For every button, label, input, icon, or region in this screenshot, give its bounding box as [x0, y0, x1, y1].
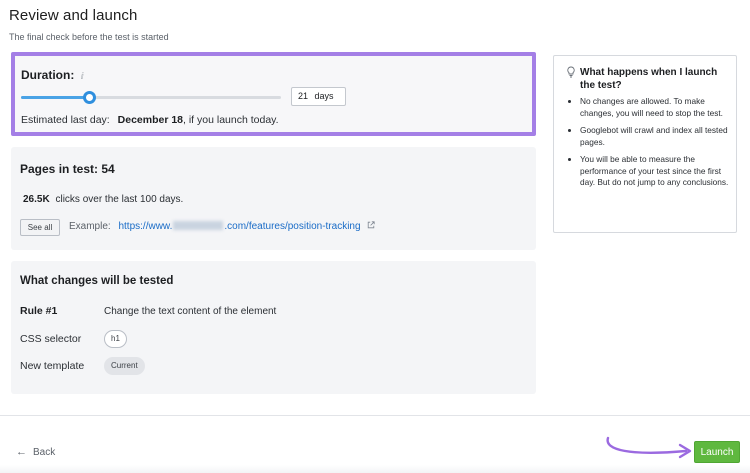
pages-card: Pages in test: 54 26.5K clicks over the … — [11, 147, 536, 250]
css-selector-pill: h1 — [104, 330, 127, 348]
page-title: Review and launch — [9, 7, 138, 24]
clicks-value: 26.5K — [23, 194, 50, 205]
duration-card: Duration: ⅈ 21 days Estimated last day: … — [11, 52, 536, 136]
info-side-panel: What happens when I launch the test? No … — [553, 55, 737, 233]
days-input[interactable]: 21 days — [291, 87, 346, 106]
template-label: New template — [20, 360, 85, 372]
pages-title: Pages in test: 54 — [20, 162, 115, 176]
days-value: 21 — [298, 91, 309, 101]
footer-divider — [0, 415, 750, 416]
back-button[interactable]: ← Back — [16, 446, 55, 458]
estimate-prefix: Estimated last day: — [21, 114, 110, 126]
estimate-suffix: , if you launch today. — [183, 114, 279, 126]
duration-slider[interactable] — [21, 91, 281, 104]
url-suffix: .com/features/position-tracking — [224, 221, 361, 232]
days-unit: days — [314, 91, 334, 101]
changes-title: What changes will be tested — [20, 275, 174, 287]
example-label: Example: — [69, 221, 111, 232]
estimated-last-day: Estimated last day: December 18, if you … — [21, 114, 279, 126]
changes-card: What changes will be tested Rule #1 Chan… — [11, 261, 536, 394]
redacted-domain — [173, 221, 224, 230]
footer-shade — [0, 465, 750, 473]
side-panel-list: No changes are allowed. To make changes,… — [566, 96, 732, 195]
lightbulb-icon — [567, 66, 575, 78]
rule-value: Change the text content of the element — [104, 306, 277, 317]
rule-label: Rule #1 — [20, 305, 58, 317]
external-link-icon[interactable] — [367, 221, 375, 229]
page-header: Review and launch The final check before… — [9, 7, 169, 42]
example-line: Example: https://www. .com/features/posit… — [69, 221, 375, 232]
clicks-line: 26.5K clicks over the last 100 days. — [23, 194, 183, 205]
slider-fill — [21, 96, 89, 99]
info-icon[interactable]: ⅈ — [81, 71, 84, 81]
duration-title: Duration: ⅈ — [21, 68, 84, 82]
template-pill: Current — [104, 357, 145, 375]
list-item: You will be able to measure the performa… — [566, 154, 732, 189]
list-item: No changes are allowed. To make changes,… — [566, 96, 732, 119]
launch-button[interactable]: Launch — [694, 441, 740, 463]
css-selector-label: CSS selector — [20, 333, 82, 345]
back-label: Back — [33, 447, 56, 458]
page-subtitle: The final check before the test is start… — [9, 32, 169, 42]
list-item: Googlebot will crawl and index all teste… — [566, 125, 732, 148]
slider-handle[interactable] — [82, 91, 96, 104]
arrow-left-icon: ← — [16, 446, 27, 458]
duration-label: Duration: — [21, 68, 75, 82]
curved-arrow-icon — [606, 436, 692, 459]
see-all-button[interactable]: See all — [20, 219, 60, 236]
estimate-date: December 18 — [117, 114, 184, 126]
clicks-text: clicks over the last 100 days. — [55, 194, 184, 205]
example-url-link[interactable]: https://www. .com/features/position-track… — [118, 221, 361, 232]
side-panel-title: What happens when I launch the test? — [580, 67, 718, 91]
url-prefix: https://www. — [118, 221, 173, 232]
